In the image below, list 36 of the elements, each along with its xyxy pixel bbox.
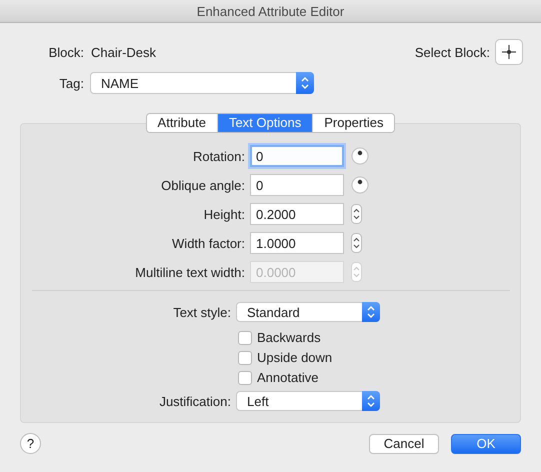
dial-icon[interactable] [351,176,369,194]
ok-button[interactable]: OK [451,434,521,454]
help-button[interactable]: ? [20,433,41,454]
input-field[interactable]: 0 [250,174,344,196]
field-label: Tag: [58,76,84,90]
tab[interactable]: Text Options [216,114,312,132]
select-block-button[interactable] [495,39,523,65]
tag-dropdown[interactable]: NAME [90,72,314,94]
checkbox[interactable] [238,330,252,344]
checkbox[interactable] [238,350,252,364]
field-label: Rotation: [192,148,245,164]
stepper-icon[interactable] [351,233,362,253]
checkbox-label: Backwards [257,330,321,345]
field-label: Multiline text width: [134,264,245,280]
field-label: Height: [202,206,245,222]
checkbox-label: Annotative [257,370,318,385]
tab[interactable]: Properties [312,114,394,132]
input-field[interactable]: 0 [250,145,344,167]
crosshair-icon [502,45,516,59]
field-label: Oblique angle: [160,178,245,192]
input-field[interactable]: 1.0000 [250,232,344,254]
dial-icon[interactable] [351,147,369,165]
stepper-icon[interactable] [351,204,362,224]
window-title: Enhanced Attribute Editor [196,4,344,18]
field-label: Width factor: [171,236,245,250]
field-label: Text style: [172,304,231,320]
field-label: Block: [48,44,84,60]
checkbox[interactable] [238,370,252,384]
field-label: Select Block: [414,44,490,60]
text-style-dropdown[interactable]: Standard [236,302,380,322]
input-field[interactable]: 0.2000 [250,203,344,225]
justification-dropdown[interactable]: Left [236,391,380,411]
field-label: Justification: [158,394,231,408]
checkbox-label: Upside down [257,350,332,365]
cancel-button[interactable]: Cancel [369,434,439,454]
block-name: Chair-Desk [91,44,158,60]
